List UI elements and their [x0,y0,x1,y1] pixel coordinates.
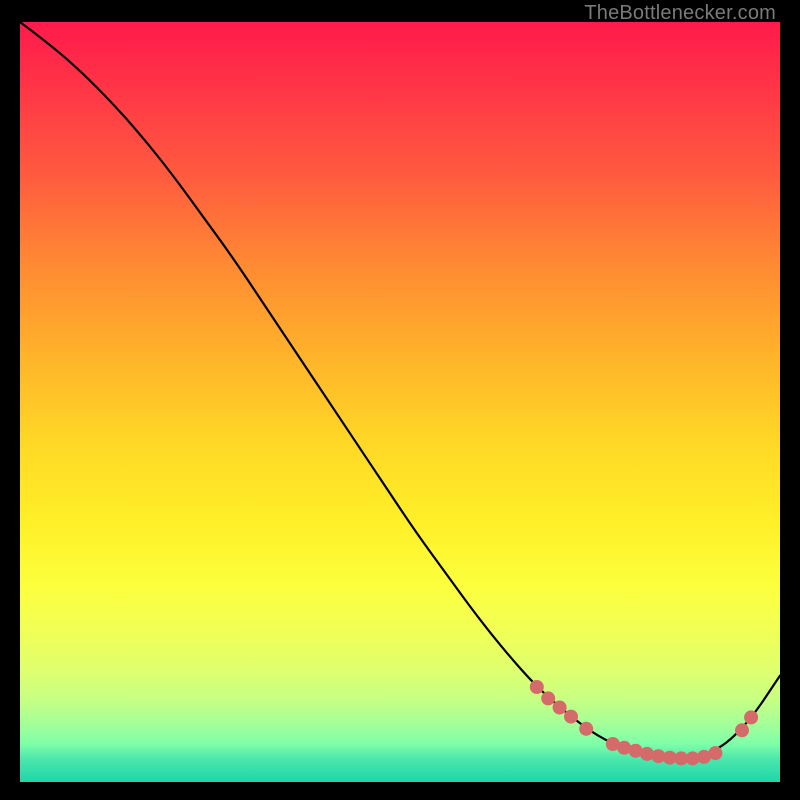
marker-dot [708,746,722,760]
chart-frame: TheBottlenecker.com [0,0,800,800]
marker-group [530,680,758,765]
chart-svg [20,22,780,782]
curve-line [20,22,780,758]
plot-area [20,22,780,782]
marker-dot [541,691,555,705]
marker-dot [744,710,758,724]
marker-dot [735,723,749,737]
marker-dot [553,701,567,715]
marker-dot [564,710,578,724]
marker-dot [579,722,593,736]
marker-dot [530,680,544,694]
